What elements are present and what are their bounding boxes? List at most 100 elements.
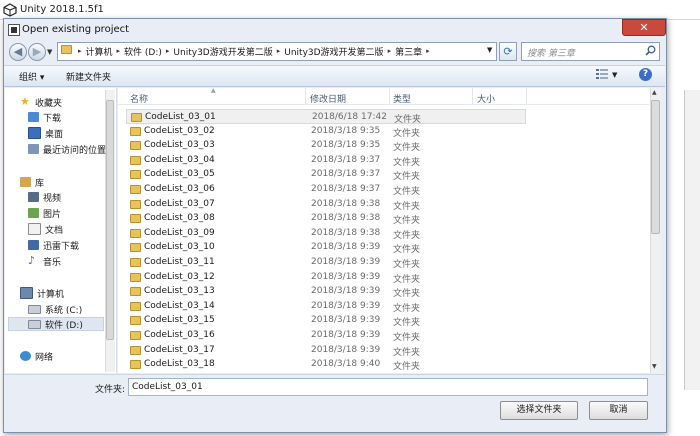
table-row[interactable]: CodeList_03_03 2018/3/18 9:35 文件夹 (126, 138, 526, 153)
nav-item-documents[interactable]: 文档 (28, 222, 63, 236)
breadcrumb-item[interactable]: Unity3D游戏开发第二版 (284, 45, 383, 58)
breadcrumb-item[interactable]: 软件 (D:) (124, 45, 162, 58)
filename-input[interactable] (128, 378, 648, 396)
table-row[interactable]: CodeList_03_13 2018/3/18 9:39 文件夹 (126, 284, 526, 299)
search-placeholder: 搜索 第三章 (527, 49, 575, 59)
nav-item-pictures[interactable]: 图片 (28, 206, 61, 220)
column-header-name[interactable]: 名称 (130, 92, 148, 105)
search-icon[interactable] (645, 45, 656, 56)
nav-computer[interactable]: 计算机 (20, 286, 64, 300)
nav-item-videos[interactable]: 视频 (28, 190, 61, 204)
column-divider[interactable] (526, 88, 527, 105)
folder-icon (130, 243, 141, 253)
nav-network[interactable]: 网络 (20, 349, 53, 363)
network-icon (20, 351, 31, 361)
nav-favorites[interactable]: ★ 收藏夹 (20, 95, 62, 109)
column-header-type[interactable]: 类型 (393, 92, 411, 105)
back-button[interactable]: ◀ (9, 43, 27, 61)
favorites-star-icon: ★ (20, 95, 30, 108)
nav-libraries[interactable]: 库 (20, 175, 44, 189)
downloads-icon (28, 112, 39, 122)
file-name: CodeList_03_16 (144, 329, 215, 340)
drive-icon (28, 319, 41, 329)
breadcrumb-separator[interactable]: ▸ (117, 47, 121, 55)
column-header-date[interactable]: 修改日期 (310, 92, 346, 105)
table-row[interactable]: CodeList_03_07 2018/3/18 9:38 文件夹 (126, 197, 526, 212)
folder-icon (130, 141, 141, 151)
breadcrumb-separator[interactable]: ▸ (166, 47, 170, 55)
breadcrumb-item[interactable]: Unity3D游戏开发第二版 (173, 45, 272, 58)
navigation-scrollbar-thumb[interactable] (106, 100, 114, 340)
table-row[interactable]: CodeList_03_02 2018/3/18 9:35 文件夹 (126, 124, 526, 139)
folder-icon (130, 228, 141, 238)
file-type: 文件夹 (393, 274, 421, 285)
breadcrumb-separator[interactable]: ▸ (277, 47, 281, 55)
help-button[interactable]: ? (639, 68, 652, 81)
table-row[interactable]: CodeList_03_18 2018/3/18 9:40 文件夹 (126, 357, 526, 372)
nav-item-music[interactable]: ♪ 音乐 (28, 254, 61, 268)
file-list-scrollbar-thumb[interactable] (651, 100, 660, 234)
cancel-button[interactable]: 取消 (589, 401, 648, 420)
nav-item-recent-places[interactable]: 最近访问的位置 (28, 142, 106, 156)
file-name: CodeList_03_18 (144, 359, 215, 370)
nav-item-system-drive[interactable]: 系统 (C:) (28, 302, 82, 316)
file-name: CodeList_03_02 (144, 125, 215, 136)
file-name: CodeList_03_10 (144, 242, 215, 253)
table-row[interactable]: CodeList_03_15 2018/3/18 9:39 文件夹 (126, 313, 526, 328)
breadcrumb-separator[interactable]: ▸ (78, 47, 82, 55)
nav-item-label: 文档 (45, 225, 64, 236)
refresh-button[interactable]: ⟳ (499, 42, 517, 61)
column-divider[interactable] (472, 88, 473, 105)
column-divider[interactable] (389, 88, 390, 105)
table-row[interactable]: CodeList_03_14 2018/3/18 9:39 文件夹 (126, 299, 526, 314)
table-row[interactable]: CodeList_03_12 2018/3/18 9:39 文件夹 (126, 270, 526, 285)
table-row[interactable]: CodeList_03_08 2018/3/18 9:38 文件夹 (126, 211, 526, 226)
dialog-close-button[interactable]: ✕ (622, 19, 666, 36)
table-row[interactable]: CodeList_03_09 2018/3/18 9:38 文件夹 (126, 226, 526, 241)
thunder-download-icon (28, 240, 39, 250)
file-date-modified: 2018/3/18 9:35 (311, 140, 381, 151)
table-row[interactable]: CodeList_03_06 2018/3/18 9:37 文件夹 (126, 182, 526, 197)
file-name: CodeList_03_06 (144, 183, 215, 194)
breadcrumb-item[interactable]: 计算机 (86, 45, 113, 58)
file-type: 文件夹 (393, 186, 421, 197)
select-folder-button[interactable]: 选择文件夹 (500, 401, 578, 420)
address-dropdown-chevron-icon[interactable]: ▼ (487, 46, 492, 54)
forward-button[interactable]: ▶ (28, 43, 46, 61)
table-row[interactable]: CodeList_03_05 2018/3/18 9:37 文件夹 (126, 167, 526, 182)
breadcrumb-separator[interactable]: ▸ (426, 47, 430, 55)
new-folder-button[interactable]: 新建文件夹 (66, 70, 111, 83)
folder-icon (130, 360, 141, 370)
organize-menu-button[interactable]: 组织 ▾ (19, 70, 44, 83)
file-type: 文件夹 (393, 230, 421, 241)
view-dropdown-chevron-icon[interactable]: ▼ (612, 71, 617, 79)
table-row[interactable]: CodeList_03_04 2018/3/18 9:37 文件夹 (126, 153, 526, 168)
file-name: CodeList_03_12 (144, 271, 215, 282)
file-type: 文件夹 (393, 128, 421, 139)
breadcrumb-item[interactable]: 第三章 (395, 45, 422, 58)
nav-item-desktop[interactable]: 桌面 (28, 126, 63, 140)
table-row[interactable]: CodeList_03_16 2018/3/18 9:39 文件夹 (126, 328, 526, 343)
folder-icon (130, 126, 141, 136)
recent-locations-chevron-icon[interactable]: ▼ (47, 48, 52, 56)
table-row[interactable]: CodeList_03_17 2018/3/18 9:39 文件夹 (126, 343, 526, 358)
nav-item-downloads[interactable]: 下载 (28, 110, 61, 124)
column-divider[interactable] (305, 88, 306, 105)
folder-icon (130, 345, 141, 355)
nav-item-software-drive[interactable]: 软件 (D:) (8, 317, 104, 331)
nav-item-thunder-downloads[interactable]: 迅雷下载 (28, 238, 79, 252)
nav-computer-label: 计算机 (37, 289, 65, 300)
file-type: 文件夹 (393, 332, 421, 343)
table-row[interactable]: CodeList_03_10 2018/3/18 9:39 文件夹 (126, 240, 526, 255)
column-header-size[interactable]: 大小 (477, 92, 495, 105)
scroll-down-arrow-icon[interactable]: ▼ (652, 363, 657, 370)
file-name: CodeList_03_01 (145, 112, 216, 122)
table-row[interactable]: CodeList_03_01 2018/6/18 17:42 文件夹 (126, 109, 526, 125)
nav-item-label: 桌面 (45, 129, 64, 140)
view-options-icon[interactable] (596, 69, 608, 79)
nav-item-label: 音乐 (43, 257, 62, 268)
scroll-up-arrow-icon[interactable]: ▲ (652, 89, 657, 96)
table-row[interactable]: CodeList_03_11 2018/3/18 9:39 文件夹 (126, 255, 526, 270)
folder-icon (130, 184, 141, 194)
breadcrumb-separator[interactable]: ▸ (388, 47, 392, 55)
